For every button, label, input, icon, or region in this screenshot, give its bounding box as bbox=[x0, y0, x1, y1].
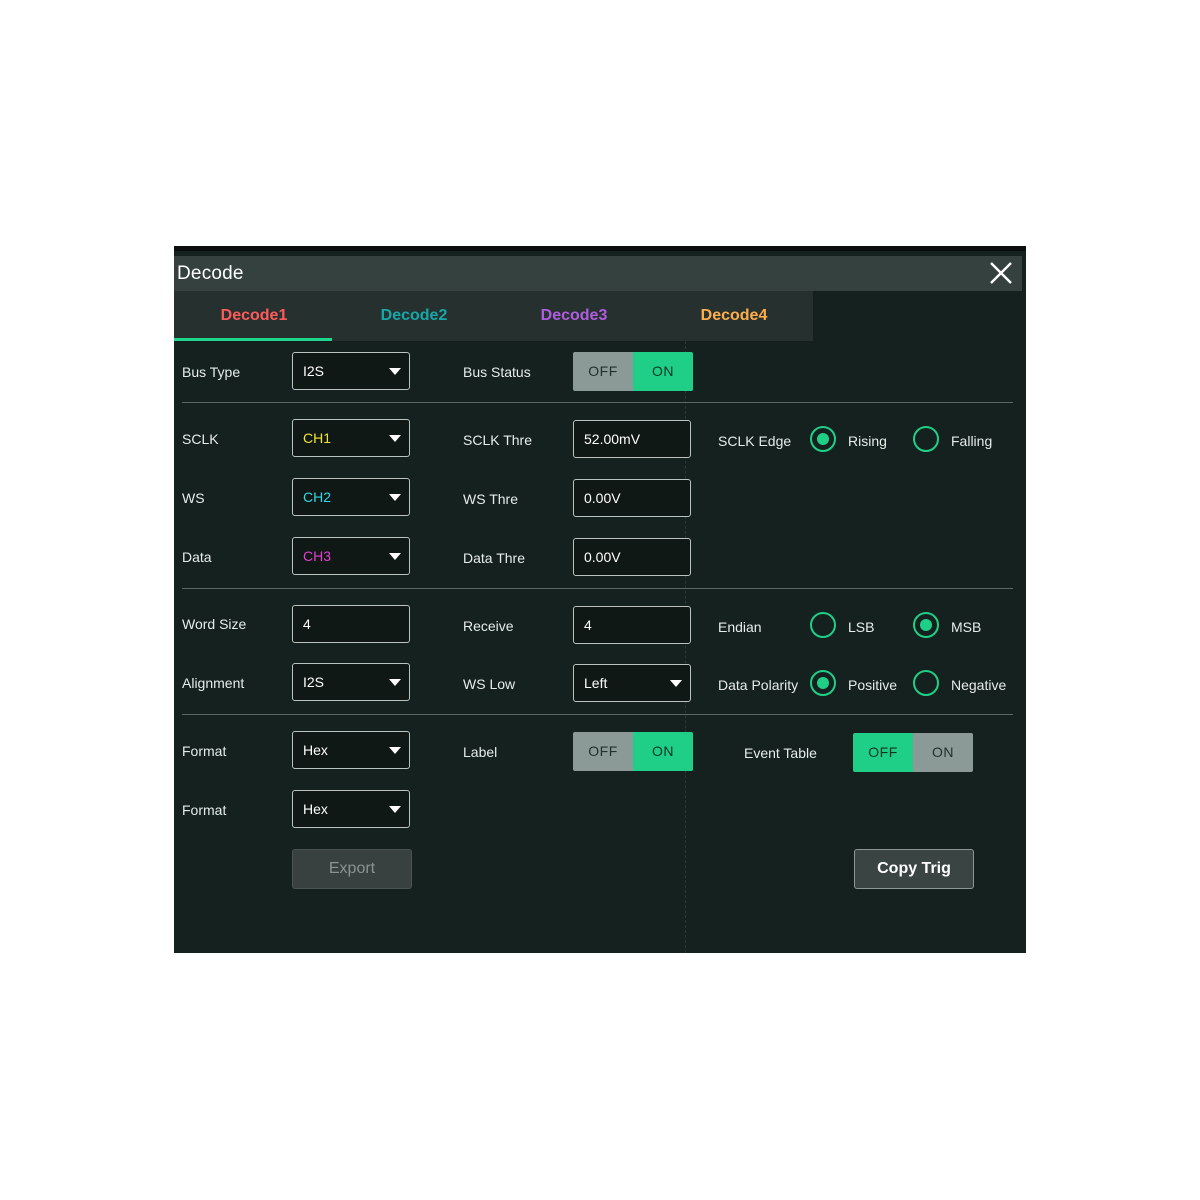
tab-decode2[interactable]: Decode2 bbox=[334, 291, 494, 341]
endian-msb-label: MSB bbox=[951, 619, 982, 635]
divider bbox=[182, 588, 1013, 589]
ws-low-select[interactable]: Left bbox=[573, 664, 691, 702]
ws-thre-label: WS Thre bbox=[463, 491, 518, 507]
endian-label: Endian bbox=[718, 619, 762, 635]
label-on[interactable]: ON bbox=[633, 732, 693, 771]
ws-label: WS bbox=[182, 490, 205, 506]
polarity-positive-label: Positive bbox=[848, 677, 898, 693]
sclk-thre-label: SCLK Thre bbox=[463, 432, 532, 448]
copy-trig-button[interactable]: Copy Trig bbox=[854, 849, 974, 889]
format2-label: Format bbox=[182, 802, 227, 818]
caret-down-icon bbox=[670, 680, 682, 687]
data-thre-input[interactable]: 0.00V bbox=[573, 538, 691, 576]
dialog-title: Decode bbox=[177, 263, 244, 284]
bus-status-on[interactable]: ON bbox=[633, 352, 693, 391]
event-table-toggle[interactable]: OFF ON bbox=[853, 733, 973, 772]
caret-down-icon bbox=[389, 553, 401, 560]
bus-type-label: Bus Type bbox=[182, 364, 241, 380]
alignment-value: I2S bbox=[303, 674, 325, 690]
bus-type-value: I2S bbox=[303, 363, 325, 379]
format-select[interactable]: Hex bbox=[292, 731, 410, 769]
sclk-source-select[interactable]: CH1 bbox=[292, 419, 410, 457]
sclk-source-value: CH1 bbox=[303, 430, 332, 446]
format2-value: Hex bbox=[303, 801, 328, 817]
alignment-label: Alignment bbox=[182, 675, 245, 691]
format-value: Hex bbox=[303, 742, 328, 758]
event-table-off[interactable]: OFF bbox=[853, 733, 913, 772]
bus-status-label: Bus Status bbox=[463, 364, 531, 380]
alignment-select[interactable]: I2S bbox=[292, 663, 410, 701]
caret-down-icon bbox=[389, 679, 401, 686]
caret-down-icon bbox=[389, 435, 401, 442]
sclk-thre-input[interactable]: 52.00mV bbox=[573, 420, 691, 458]
event-table-label: Event Table bbox=[744, 745, 817, 761]
label-toggle[interactable]: OFF ON bbox=[573, 732, 693, 771]
caret-down-icon bbox=[389, 747, 401, 754]
sclk-edge-rising-label: Rising bbox=[848, 433, 887, 449]
endian-msb-radio[interactable] bbox=[913, 612, 939, 638]
sclk-edge-rising-radio[interactable] bbox=[810, 426, 836, 452]
event-table-on[interactable]: ON bbox=[913, 733, 973, 772]
data-source-select[interactable]: CH3 bbox=[292, 537, 410, 575]
polarity-negative-radio[interactable] bbox=[913, 670, 939, 696]
sclk-edge-falling-radio[interactable] bbox=[913, 426, 939, 452]
title-bar: Decode bbox=[174, 256, 1022, 291]
tab-decode4[interactable]: Decode4 bbox=[654, 291, 814, 341]
sclk-edge-label: SCLK Edge bbox=[718, 433, 792, 449]
word-size-input[interactable]: 4 bbox=[292, 605, 410, 643]
bus-type-select[interactable]: I2S bbox=[292, 352, 410, 390]
ws-source-select[interactable]: CH2 bbox=[292, 478, 410, 516]
label-toggle-label: Label bbox=[463, 744, 498, 760]
export-button[interactable]: Export bbox=[292, 849, 412, 889]
close-icon[interactable] bbox=[988, 260, 1014, 286]
caret-down-icon bbox=[389, 494, 401, 501]
word-size-label: Word Size bbox=[182, 616, 247, 632]
data-thre-label: Data Thre bbox=[463, 550, 525, 566]
ws-thre-input[interactable]: 0.00V bbox=[573, 479, 691, 517]
decode-dialog: Decode Decode1 Decode2 Decode3 Decode4 B… bbox=[174, 246, 1026, 953]
bus-status-toggle[interactable]: OFF ON bbox=[573, 352, 693, 391]
sclk-edge-falling-label: Falling bbox=[951, 433, 993, 449]
format2-select[interactable]: Hex bbox=[292, 790, 410, 828]
caret-down-icon bbox=[389, 368, 401, 375]
format-label: Format bbox=[182, 743, 227, 759]
receive-label: Receive bbox=[463, 618, 514, 634]
data-source-value: CH3 bbox=[303, 548, 332, 564]
ws-low-value: Left bbox=[584, 675, 608, 691]
sclk-label: SCLK bbox=[182, 431, 219, 447]
polarity-negative-label: Negative bbox=[951, 677, 1007, 693]
label-off[interactable]: OFF bbox=[573, 732, 633, 771]
ws-source-value: CH2 bbox=[303, 489, 332, 505]
data-label: Data bbox=[182, 549, 212, 565]
decode-tabs: Decode1 Decode2 Decode3 Decode4 bbox=[174, 291, 813, 341]
divider bbox=[182, 402, 1013, 403]
divider bbox=[182, 714, 1013, 715]
ws-low-label: WS Low bbox=[463, 676, 516, 692]
data-polarity-label: Data Polarity bbox=[718, 677, 799, 693]
tab-decode1[interactable]: Decode1 bbox=[174, 291, 334, 341]
caret-down-icon bbox=[389, 806, 401, 813]
endian-lsb-radio[interactable] bbox=[810, 612, 836, 638]
tab-decode3[interactable]: Decode3 bbox=[494, 291, 654, 341]
polarity-positive-radio[interactable] bbox=[810, 670, 836, 696]
receive-input[interactable]: 4 bbox=[573, 606, 691, 644]
endian-lsb-label: LSB bbox=[848, 619, 875, 635]
bus-status-off[interactable]: OFF bbox=[573, 352, 633, 391]
